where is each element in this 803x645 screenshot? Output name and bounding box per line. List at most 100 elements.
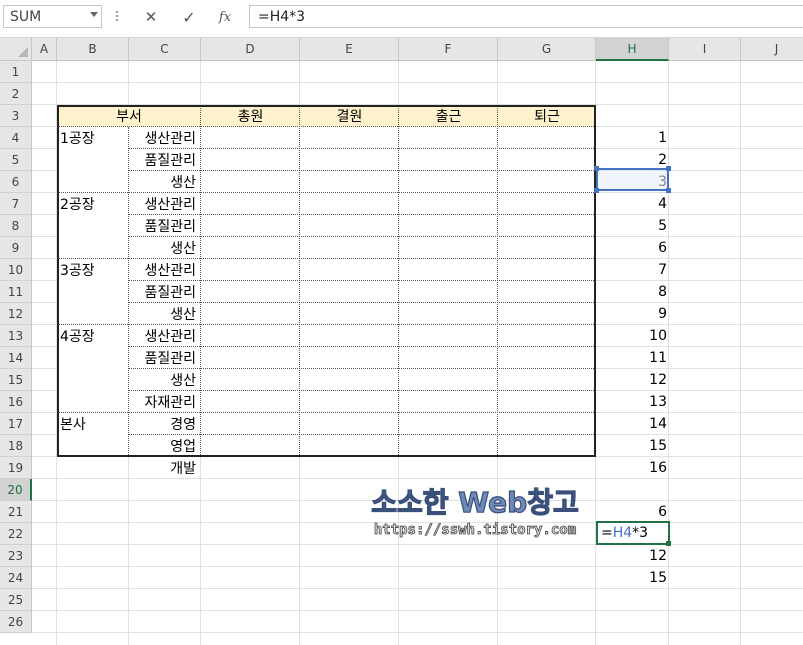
column-header-g[interactable]: G (498, 38, 596, 61)
h-value-cell[interactable]: 12 (596, 545, 667, 567)
formula-reference: H4 (612, 525, 633, 541)
sub-dept-cell[interactable]: 자재관리 (129, 391, 196, 413)
row-header-16[interactable]: 16 (0, 391, 32, 413)
table-header-leave[interactable]: 퇴근 (498, 105, 596, 127)
name-box-value: SUM (10, 8, 42, 25)
select-all-corner[interactable] (0, 38, 32, 61)
h-value-cell[interactable]: 6 (596, 501, 667, 523)
h-value-cell[interactable]: 8 (596, 281, 667, 303)
h-value-cell[interactable]: 9 (596, 303, 667, 325)
row-header-3[interactable]: 3 (0, 105, 32, 127)
h-value-cell[interactable]: 15 (596, 435, 667, 457)
active-cell-editor[interactable]: = H4 *3 (596, 521, 671, 546)
dept-group-cell[interactable]: 2공장 (60, 193, 95, 215)
table-header-present[interactable]: 출근 (399, 105, 498, 127)
row-header-11[interactable]: 11 (0, 281, 32, 303)
table-border (57, 105, 59, 457)
sub-dept-cell[interactable]: 품질관리 (129, 347, 196, 369)
formula-rest: *3 (632, 525, 649, 541)
row-header-12[interactable]: 12 (0, 303, 32, 325)
table-header-total[interactable]: 총원 (201, 105, 300, 127)
sub-dept-cell[interactable]: 품질관리 (129, 149, 196, 171)
formula-eq: = (601, 525, 613, 541)
watermark: 소소한 Web창고 https://sswh.tistory.com (371, 485, 580, 538)
watermark-url: https://sswh.tistory.com (374, 522, 576, 538)
row-header-5[interactable]: 5 (0, 149, 32, 171)
row-header-2[interactable]: 2 (0, 83, 32, 105)
h-value-cell[interactable]: 15 (596, 567, 667, 589)
h-value-cell[interactable]: 7 (596, 259, 667, 281)
column-header-d[interactable]: D (201, 38, 300, 61)
row-header-25[interactable]: 25 (0, 589, 32, 611)
row-header-24[interactable]: 24 (0, 567, 32, 589)
chevron-down-icon[interactable] (90, 12, 98, 17)
h-value-cell[interactable]: 13 (596, 391, 667, 413)
row-header-22[interactable]: 22 (0, 523, 32, 545)
formula-bar-grip[interactable] (116, 11, 118, 23)
row-header-15[interactable]: 15 (0, 369, 32, 391)
dept-group-cell[interactable]: 4공장 (60, 325, 95, 347)
insert-function-icon[interactable]: fx (214, 6, 236, 28)
sub-dept-cell[interactable]: 영업 (129, 435, 196, 457)
dept-group-cell[interactable]: 본사 (60, 413, 86, 435)
sub-dept-cell[interactable]: 생산 (129, 369, 196, 391)
row-header-10[interactable]: 10 (0, 259, 32, 281)
sub-dept-cell[interactable]: 생산관리 (129, 259, 196, 281)
fill-handle[interactable] (666, 541, 671, 546)
row-header-20[interactable]: 20 (0, 479, 32, 501)
sub-dept-cell[interactable]: 생산관리 (129, 325, 196, 347)
sub-dept-cell[interactable]: 품질관리 (129, 215, 196, 237)
row-header-21[interactable]: 21 (0, 501, 32, 523)
table-header-absent[interactable]: 결원 (300, 105, 399, 127)
sub-dept-cell[interactable]: 경영 (129, 413, 196, 435)
enter-icon[interactable]: ✓ (178, 6, 200, 28)
dept-group-cell[interactable]: 1공장 (60, 127, 95, 149)
sub-dept-cell[interactable]: 생산관리 (129, 127, 196, 149)
table-header-dept[interactable]: 부서 (57, 105, 201, 127)
h-value-cell[interactable]: 16 (596, 457, 667, 479)
sub-dept-cell[interactable]: 생산 (129, 303, 196, 325)
table-border (57, 455, 596, 457)
row-header-14[interactable]: 14 (0, 347, 32, 369)
cancel-icon[interactable]: ✕ (140, 6, 162, 28)
row-header-17[interactable]: 17 (0, 413, 32, 435)
column-header-a[interactable]: A (32, 38, 57, 61)
column-header-j[interactable]: J (741, 38, 803, 61)
column-header-f[interactable]: F (399, 38, 498, 61)
column-header-c[interactable]: C (129, 38, 201, 61)
watermark-title: 소소한 Web창고 (371, 486, 578, 519)
row-header-1[interactable]: 1 (0, 61, 32, 83)
column-header-b[interactable]: B (57, 38, 129, 61)
h-value-cell[interactable]: 12 (596, 369, 667, 391)
dept-group-cell[interactable]: 3공장 (60, 259, 95, 281)
h-value-cell[interactable]: 6 (596, 237, 667, 259)
row-header-19[interactable]: 19 (0, 457, 32, 479)
row-header-18[interactable]: 18 (0, 435, 32, 457)
row-header-26[interactable]: 26 (0, 611, 32, 633)
sub-dept-cell[interactable]: 생산 (129, 237, 196, 259)
row-header-23[interactable]: 23 (0, 545, 32, 567)
column-header-i[interactable]: I (669, 38, 741, 61)
h-value-cell[interactable]: 11 (596, 347, 667, 369)
h-value-cell[interactable]: 14 (596, 413, 667, 435)
selected-range-h4[interactable] (594, 166, 671, 193)
worksheet-grid[interactable]: ABCDEFGHIJ 1 2 3 4 5 6 7 8 9 10 11 12 13 14 15 16 17 18 19… (0, 38, 803, 645)
row-header-4[interactable]: 4 (0, 127, 32, 149)
row-header-13[interactable]: 13 (0, 325, 32, 347)
column-header-e[interactable]: E (300, 38, 399, 61)
formula-input[interactable]: =H4*3 (249, 5, 803, 28)
row-header-9[interactable]: 9 (0, 237, 32, 259)
column-header-h[interactable]: H (596, 38, 669, 61)
sub-dept-cell[interactable]: 개발 (129, 457, 196, 479)
h-value-cell[interactable]: 4 (596, 193, 667, 215)
row-header-7[interactable]: 7 (0, 193, 32, 215)
sub-dept-cell[interactable]: 품질관리 (129, 281, 196, 303)
h-value-cell[interactable]: 10 (596, 325, 667, 347)
h-value-cell[interactable]: 5 (596, 215, 667, 237)
sub-dept-cell[interactable]: 생산관리 (129, 193, 196, 215)
h-value-cell[interactable]: 1 (596, 127, 667, 149)
row-header-8[interactable]: 8 (0, 215, 32, 237)
name-box[interactable]: SUM (3, 5, 102, 28)
sub-dept-cell[interactable]: 생산 (129, 171, 196, 193)
row-header-6[interactable]: 6 (0, 171, 32, 193)
